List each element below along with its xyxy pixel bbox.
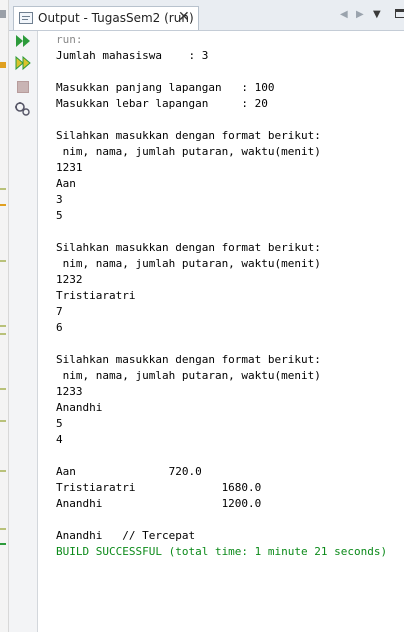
rerun-button[interactable] (14, 33, 32, 49)
output-line: 4 (56, 433, 63, 446)
scroll-right-icon[interactable]: ▶ (356, 9, 364, 20)
output-toolbar (9, 31, 38, 632)
double-play-icon (16, 35, 30, 47)
gutter-mark (0, 528, 6, 530)
output-line: nim, nama, jumlah putaran, waktu(menit) (56, 145, 321, 158)
gutter-mark (0, 420, 6, 422)
gutter-mark (0, 204, 6, 206)
gutter-mark (0, 333, 6, 335)
scroll-left-icon[interactable]: ◀ (340, 9, 348, 20)
rerun-with-options-button[interactable] (14, 55, 32, 71)
settings-button[interactable] (14, 101, 32, 117)
output-line: Masukkan panjang lapangan : 100 (56, 81, 275, 94)
output-tab-bar: Output - TugasSem2 (run) ✕ ◀ ▶ ▼ (9, 0, 404, 31)
tab-title: Output - TugasSem2 (run) (38, 11, 194, 25)
editor-gutter (0, 0, 9, 632)
output-line: 3 (56, 193, 63, 206)
output-tab[interactable]: Output - TugasSem2 (run) ✕ (13, 6, 199, 30)
output-line: 5 (56, 209, 63, 222)
output-line: Masukkan lebar lapangan : 20 (56, 97, 268, 110)
output-line: Anandhi (56, 401, 103, 414)
maximize-icon[interactable] (395, 9, 404, 18)
gutter-mark (0, 388, 6, 390)
output-line: run: (56, 33, 83, 46)
output-line: Tristiaratri (56, 289, 136, 302)
output-line: 1233 (56, 385, 83, 398)
gutter-mark (0, 543, 6, 545)
output-line: 1231 (56, 161, 83, 174)
output-line: Tristiaratri 1680.0 (56, 481, 262, 494)
output-line: Anandhi // Tercepat (56, 529, 196, 542)
gutter-mark (0, 470, 6, 472)
output-line: nim, nama, jumlah putaran, waktu(menit) (56, 257, 321, 270)
output-line: Anandhi 1200.0 (56, 497, 262, 510)
output-line: 7 (56, 305, 63, 318)
output-line: Silahkan masukkan dengan format berikut: (56, 241, 321, 254)
stop-icon (17, 81, 29, 93)
output-line: Silahkan masukkan dengan format berikut: (56, 353, 321, 366)
gutter-mark (0, 10, 6, 18)
gutter-mark (0, 325, 6, 327)
output-line: 6 (56, 321, 63, 334)
output-console[interactable]: run: Jumlah mahasiswa : 3 Masukkan panja… (38, 31, 404, 632)
gutter-mark (0, 188, 6, 190)
settings-icon (15, 102, 30, 116)
output-window-icon (19, 12, 33, 24)
output-line: Aan 720.0 (56, 465, 202, 478)
output-line: Jumlah mahasiswa : 3 (56, 49, 209, 62)
stop-button[interactable] (14, 79, 32, 95)
output-line: 5 (56, 417, 63, 430)
output-line: nim, nama, jumlah putaran, waktu(menit) (56, 369, 321, 382)
double-play-outline-icon (15, 55, 31, 71)
output-line: Silahkan masukkan dengan format berikut: (56, 129, 321, 142)
close-icon[interactable]: ✕ (178, 9, 190, 25)
chevron-down-icon[interactable]: ▼ (373, 9, 381, 20)
gutter-mark (0, 260, 6, 262)
output-line: 1232 (56, 273, 83, 286)
output-line: Aan (56, 177, 76, 190)
build-status-line: BUILD SUCCESSFUL (total time: 1 minute 2… (56, 545, 388, 558)
gutter-mark (0, 62, 6, 68)
